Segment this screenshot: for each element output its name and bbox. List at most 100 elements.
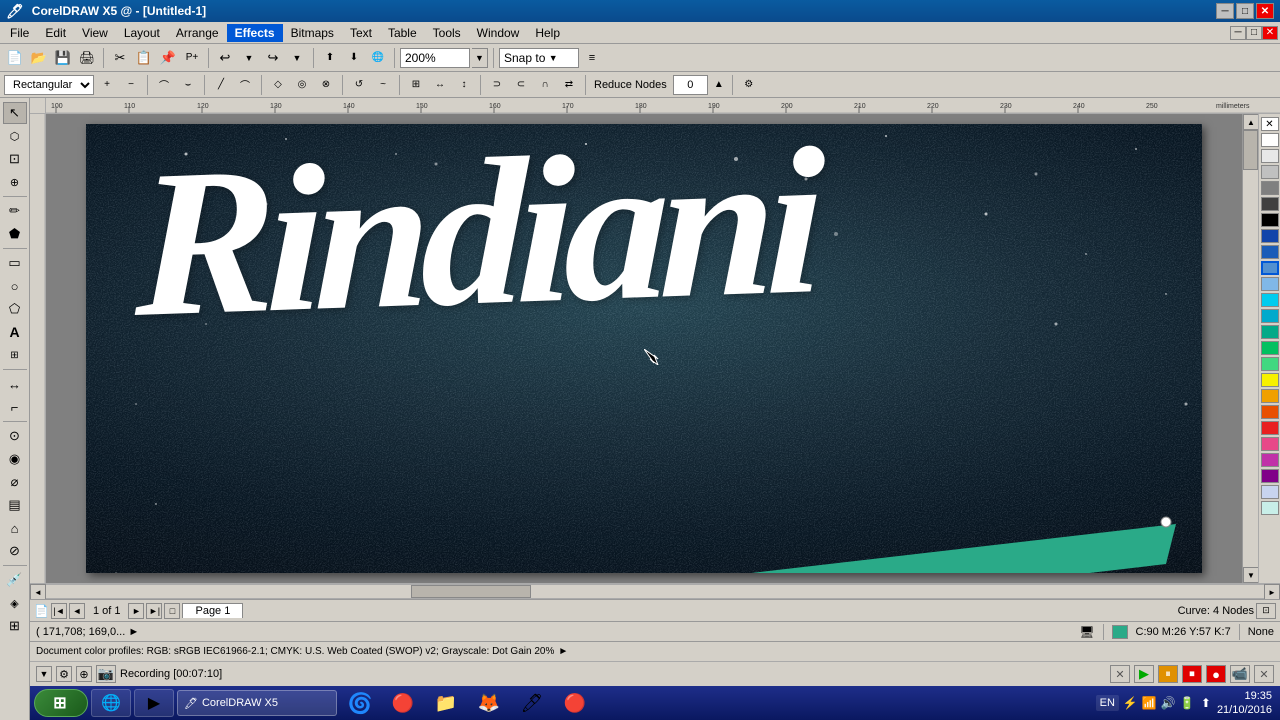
color-swatch-green1[interactable]: [1261, 341, 1279, 355]
symmetrical-btn[interactable]: ⊗: [315, 74, 337, 96]
node-settings-btn[interactable]: ⚙: [738, 74, 760, 96]
scroll-up-button[interactable]: ▲: [1243, 114, 1259, 130]
connector-tool-button[interactable]: ⌐: [3, 396, 27, 418]
ellipse-tool-button[interactable]: ○: [3, 275, 27, 297]
taskbar-media-button[interactable]: 🔴: [383, 689, 423, 717]
eyedropper-tool-button[interactable]: 💉: [3, 569, 27, 591]
convert-btn[interactable]: ⇄: [558, 74, 580, 96]
snap-settings-button[interactable]: ≡: [581, 47, 603, 69]
tray-icon-update[interactable]: ⬆: [1198, 695, 1214, 711]
rec-cam-button[interactable]: 📹: [1230, 665, 1250, 683]
page-next-button[interactable]: ►: [128, 603, 144, 619]
add-node-button[interactable]: +: [96, 74, 118, 96]
make-curve-button[interactable]: ⌒: [234, 74, 256, 96]
language-indicator[interactable]: EN: [1096, 695, 1119, 711]
menu-help[interactable]: Help: [527, 24, 568, 42]
reflect-h-btn[interactable]: ↔: [429, 74, 451, 96]
tray-icon-volume[interactable]: 🔊: [1160, 695, 1176, 711]
color-swatch-cyan1[interactable]: [1261, 293, 1279, 307]
freehand-tool-button[interactable]: ✏: [3, 200, 27, 222]
paste-special-button[interactable]: P+: [181, 47, 203, 69]
reflect-v-btn[interactable]: ↕: [453, 74, 475, 96]
crop-tool-button[interactable]: ⊡: [3, 148, 27, 170]
color-swatch-yellow[interactable]: [1261, 373, 1279, 387]
open-curve-btn[interactable]: ⊂: [510, 74, 532, 96]
hscroll-left-button[interactable]: ◄: [30, 584, 46, 599]
align-nodes-btn[interactable]: ⊞: [405, 74, 427, 96]
fill-tool-button[interactable]: ◈: [3, 592, 27, 614]
copy-button[interactable]: 📋: [133, 47, 155, 69]
cusp-btn[interactable]: ◇: [267, 74, 289, 96]
page-nav-extra-button[interactable]: □: [164, 603, 180, 619]
color-swatch-light1[interactable]: [1261, 485, 1279, 499]
paste-button[interactable]: 📌: [157, 47, 179, 69]
node-tool-button[interactable]: ⬡: [3, 125, 27, 147]
distort-tool-button[interactable]: ⌀: [3, 471, 27, 493]
rec-close-button[interactable]: ✕: [1254, 665, 1274, 683]
open-button[interactable]: 📂: [28, 47, 50, 69]
undo-button[interactable]: ↩: [214, 47, 236, 69]
color-swatch-magenta[interactable]: [1261, 453, 1279, 467]
make-line-button[interactable]: ╱: [210, 74, 232, 96]
color-swatch-blue4[interactable]: [1261, 277, 1279, 291]
import-button[interactable]: ⬆: [319, 47, 341, 69]
taskbar-ie-button[interactable]: 🌀: [340, 689, 380, 717]
tray-icon-bluetooth[interactable]: ⚡: [1122, 695, 1138, 711]
menu-text[interactable]: Text: [342, 24, 380, 42]
taskbar-app-coreldraw[interactable]: 🖊 CorelDRAW X5: [177, 690, 337, 716]
canvas-zoom-fit-button[interactable]: ⊡: [1256, 603, 1276, 619]
scroll-thumb[interactable]: [1243, 130, 1258, 170]
select-tool-button[interactable]: ↖: [3, 102, 27, 124]
rec-record-button[interactable]: ●: [1206, 665, 1226, 683]
dimensions-tool-button[interactable]: ↔: [3, 373, 27, 395]
clock-display[interactable]: 19:35 21/10/2016: [1217, 689, 1272, 718]
new-button[interactable]: 📄: [4, 47, 26, 69]
page-tab[interactable]: Page 1: [182, 603, 243, 618]
delete-node-button[interactable]: −: [120, 74, 142, 96]
rec-play-button[interactable]: ▶: [1134, 665, 1154, 683]
menu-file[interactable]: File: [2, 24, 37, 42]
publish-button[interactable]: 🌐: [367, 47, 389, 69]
undo-dropdown-button[interactable]: ▼: [238, 47, 260, 69]
color-swatch-blue2[interactable]: [1261, 245, 1279, 259]
no-color-swatch[interactable]: ✕: [1261, 117, 1279, 131]
maximize-button[interactable]: □: [1236, 3, 1254, 19]
page-prev-button[interactable]: ◄: [69, 603, 85, 619]
rec-x-button[interactable]: ✕: [1110, 665, 1130, 683]
color-swatch-1[interactable]: [1261, 149, 1279, 163]
color-swatch-blue3[interactable]: [1261, 261, 1279, 275]
elastic-mode-btn[interactable]: ~: [372, 74, 394, 96]
menu-bitmaps[interactable]: Bitmaps: [283, 24, 342, 42]
color-swatch-blue1[interactable]: [1261, 229, 1279, 243]
extend-close-btn[interactable]: ∩: [534, 74, 556, 96]
minimize-button[interactable]: ─: [1216, 3, 1234, 19]
color-swatch-pink[interactable]: [1261, 437, 1279, 451]
close-button[interactable]: ✕: [1256, 3, 1274, 19]
snap-to-select[interactable]: Snap to ▼: [499, 48, 579, 68]
inner-minimize-button[interactable]: ─: [1230, 26, 1246, 40]
blend-tool-button[interactable]: ⊙: [3, 425, 27, 447]
page-last-button[interactable]: ►|: [146, 603, 162, 619]
color-swatch-red[interactable]: [1261, 421, 1279, 435]
rec-collapse-button[interactable]: ▼: [36, 666, 52, 682]
rec-camera-button[interactable]: 📷: [96, 665, 116, 683]
polygon-tool-button[interactable]: ⬠: [3, 298, 27, 320]
menu-tools[interactable]: Tools: [425, 24, 469, 42]
color-swatch-3[interactable]: [1261, 181, 1279, 195]
menu-table[interactable]: Table: [380, 24, 425, 42]
mesh-fill-button[interactable]: ⊞: [3, 615, 27, 637]
menu-effects[interactable]: Effects: [227, 24, 283, 42]
start-button[interactable]: ⊞: [34, 689, 88, 717]
color-swatch-white[interactable]: [1261, 133, 1279, 147]
rec-settings-button[interactable]: ⚙: [56, 666, 72, 682]
save-button[interactable]: 💾: [52, 47, 74, 69]
menu-edit[interactable]: Edit: [37, 24, 74, 42]
close-curve-btn[interactable]: ⊃: [486, 74, 508, 96]
inner-maximize-button[interactable]: □: [1246, 26, 1262, 40]
quick-launch-media[interactable]: ▶: [134, 689, 174, 717]
scroll-down-button[interactable]: ▼: [1243, 567, 1259, 583]
color-swatch-2[interactable]: [1261, 165, 1279, 179]
menu-layout[interactable]: Layout: [116, 24, 168, 42]
inner-close-button[interactable]: ✕: [1262, 26, 1278, 40]
reduce-nodes-input[interactable]: [673, 75, 708, 95]
